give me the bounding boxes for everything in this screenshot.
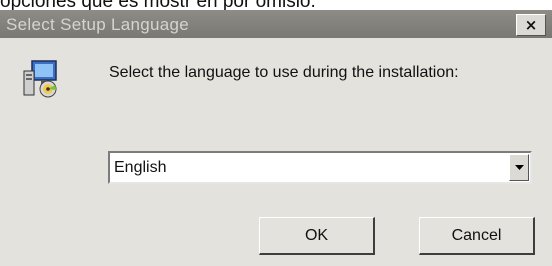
language-select[interactable]: English bbox=[108, 151, 532, 184]
dialog-title: Select Setup Language bbox=[6, 15, 190, 34]
dropdown-button[interactable] bbox=[509, 154, 529, 181]
setup-computer-icon bbox=[20, 57, 62, 99]
background-page-text: opciones que es mostr en por omisió. bbox=[0, 0, 552, 10]
close-button[interactable]: × bbox=[516, 14, 546, 36]
setup-language-dialog: Select Setup Language × Select the langu… bbox=[0, 10, 552, 266]
ok-button[interactable]: OK bbox=[259, 217, 375, 255]
close-icon: × bbox=[524, 16, 538, 34]
language-select-value: English bbox=[114, 159, 167, 176]
title-bar[interactable]: Select Setup Language × bbox=[0, 10, 552, 38]
cancel-button[interactable]: Cancel bbox=[419, 217, 535, 255]
dropdown-arrow-icon bbox=[515, 165, 524, 170]
prompt-text: Select the language to use during the in… bbox=[109, 64, 459, 81]
